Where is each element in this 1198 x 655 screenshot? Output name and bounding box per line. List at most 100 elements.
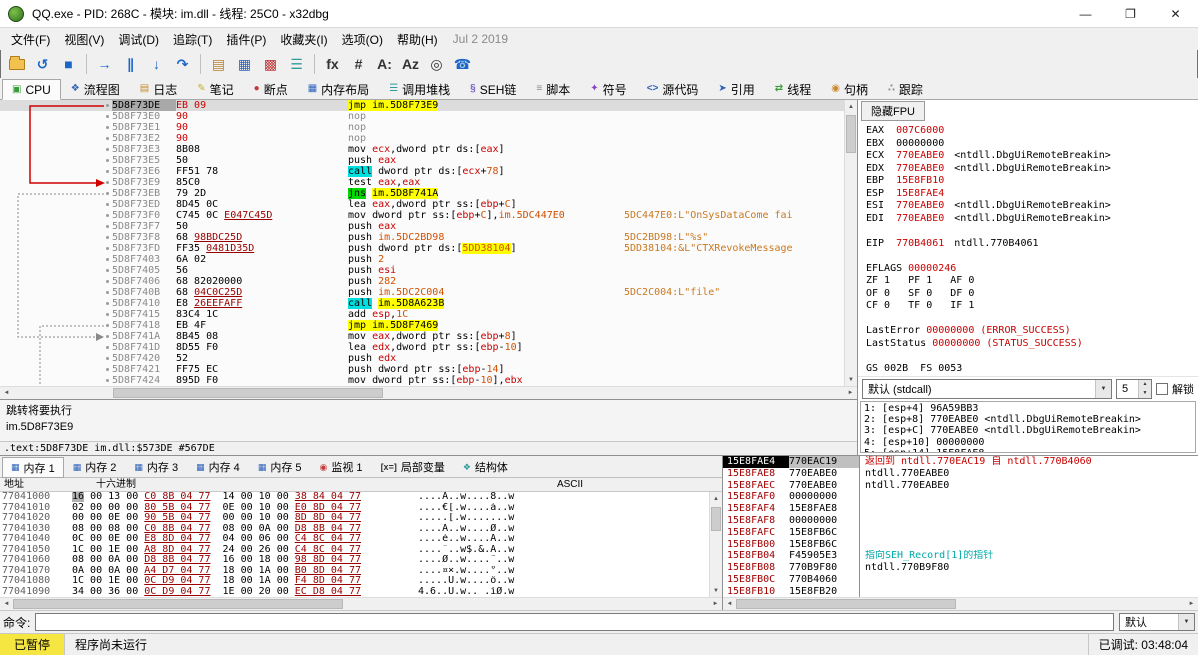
breakpoint-gutter[interactable] [0, 199, 112, 210]
tab-memory-map[interactable]: ▦内存布局 [298, 78, 379, 99]
breakpoint-gutter[interactable] [0, 122, 112, 133]
memory-map-button[interactable]: ▦ [232, 52, 257, 76]
tab-breakpoints[interactable]: ●断点 [244, 78, 298, 99]
breakpoint-gutter[interactable] [0, 221, 112, 232]
stack-row[interactable]: 15E8FB1015E8FB20 [723, 586, 1198, 597]
breakpoint-gutter[interactable] [0, 177, 112, 188]
tab-cpu[interactable]: ▣CPU [2, 79, 61, 100]
scroll-left-arrow[interactable]: ◄ [723, 598, 736, 610]
register-row[interactable] [866, 313, 1198, 326]
stack-row[interactable]: 15E8FB04F45905E3指向SEH_Record[1]的指针 [723, 550, 1198, 562]
stack-view[interactable]: 15E8FAE4770EAC19返回到 ntdll.770EAC19 自 ntd… [723, 456, 1198, 597]
disasm-row[interactable]: 5D8F73F868 98BDC25Dpush im.5DC2BD985DC2B… [0, 232, 844, 243]
disasm-row[interactable]: 5D8F73E090nop [0, 111, 844, 122]
disasm-row[interactable]: 5D8F741A8B45 08mov eax,dword ptr ss:[ebp… [0, 331, 844, 342]
dump-row[interactable]: 7704109034 00 36 00 0C D9 04 77 1E 00 20… [0, 587, 709, 598]
breakpoint-gutter[interactable] [0, 375, 112, 386]
disassembly-vertical-scrollbar[interactable]: ▲ ▼ [844, 100, 857, 386]
unlock-checkbox[interactable] [1156, 383, 1168, 395]
tab-handles[interactable]: ◉句柄 [821, 78, 878, 99]
disasm-row[interactable]: 5D8F73DEEB 09jmp im.5D8F73E9 [0, 100, 844, 111]
disasm-row[interactable]: 5D8F74036A 02push 2 [0, 254, 844, 265]
menu-item[interactable]: 插件(P) [219, 29, 273, 50]
register-row[interactable]: LastError00000000(ERROR_SUCCESS) [866, 325, 1198, 338]
stack-row[interactable]: 15E8FB08770B9F80ntdll.770B9F80 [723, 562, 1198, 574]
breakpoint-gutter[interactable] [0, 155, 112, 166]
register-row[interactable]: EIP770B4061ntdll.770B4061 [866, 238, 1198, 251]
stack-row[interactable]: 15E8FAEC770EABE0ntdll.770EABE0 [723, 480, 1198, 492]
breakpoint-gutter[interactable] [0, 210, 112, 221]
dump-tab-memory-1[interactable]: ▦内存 1 [2, 457, 64, 478]
disasm-row[interactable]: 5D8F742052push edx [0, 353, 844, 364]
close-button[interactable]: ✕ [1153, 0, 1198, 27]
breakpoint-gutter[interactable] [0, 320, 112, 331]
tab-seh[interactable]: §SEH链 [460, 78, 526, 99]
dump-tab-locals[interactable]: [x=]局部变量 [372, 456, 454, 477]
disassembly-horizontal-scrollbar[interactable]: ◄ ► [0, 386, 857, 399]
stop-button[interactable]: ■ [56, 52, 81, 76]
disasm-row[interactable]: 5D8F73ED8D45 0Clea eax,dword ptr ss:[ebp… [0, 199, 844, 210]
breakpoint-gutter[interactable] [0, 353, 112, 364]
tab-script[interactable]: ≡脚本 [526, 78, 580, 99]
phone-button[interactable]: ☎ [450, 52, 475, 76]
run-button[interactable]: → [92, 52, 117, 76]
memory-dump-view[interactable]: 7704100016 00 13 00 C0 8B 04 77 14 00 10… [0, 492, 709, 597]
disasm-row[interactable]: 5D8F73E550push eax [0, 155, 844, 166]
calling-convention-select[interactable]: 默认 (stdcall) ▼ [862, 379, 1112, 399]
register-row[interactable]: LastStatus00000000(STATUS_SUCCESS) [866, 338, 1198, 351]
menu-item[interactable]: 追踪(T) [166, 29, 219, 50]
arg-row[interactable]: 4: [esp+10] 00000000 [864, 437, 1192, 448]
breakpoint-gutter[interactable] [0, 111, 112, 122]
register-row[interactable]: ECX770EABE0<ntdll.DbgUiRemoteBreakin> [866, 150, 1198, 163]
flags-row[interactable]: OF 0 SF 0 DF 0 [866, 288, 1198, 301]
breakpoint-gutter[interactable] [0, 232, 112, 243]
disasm-row[interactable]: 5D8F73F750push eax [0, 221, 844, 232]
breakpoint-gutter[interactable] [0, 276, 112, 287]
assemble-button[interactable]: A: [372, 52, 397, 76]
pause-button[interactable]: ∥ [118, 52, 143, 76]
disasm-row[interactable]: 5D8F741583C4 1Cadd esp,1C [0, 309, 844, 320]
disasm-row[interactable]: 5D8F73E985C0test eax,eax [0, 177, 844, 188]
find-button[interactable]: ◎ [424, 52, 449, 76]
restart-button[interactable]: ↺ [30, 52, 55, 76]
open-file-button[interactable] [4, 52, 29, 76]
menu-item[interactable]: 视图(V) [57, 29, 111, 50]
register-row[interactable] [866, 225, 1198, 238]
disassembly-view[interactable]: 5D8F73DEEB 09jmp im.5D8F73E95D8F73E090no… [0, 100, 844, 386]
dump-tab-memory-3[interactable]: ▦内存 3 [125, 456, 187, 477]
tab-log[interactable]: ▤日志 [130, 78, 187, 99]
dump-vertical-scrollbar[interactable]: ▲ ▼ [709, 492, 722, 597]
stack-row[interactable]: 15E8FAFC15E8FB6C [723, 527, 1198, 539]
arg-row[interactable]: 3: [esp+C] 770EABE0 <ntdll.DbgUiRemoteBr… [864, 425, 1192, 436]
breakpoint-gutter[interactable] [0, 166, 112, 177]
scroll-right-arrow[interactable]: ► [1185, 598, 1198, 610]
command-profile-select[interactable]: 默认 ▼ [1119, 613, 1195, 631]
breakpoint-gutter[interactable] [0, 342, 112, 353]
stack-row[interactable]: 15E8FAF000000000 [723, 491, 1198, 503]
tab-references[interactable]: ➤引用 [708, 78, 764, 99]
flags-row[interactable]: GS 002B FS 0053 [866, 363, 1198, 376]
scroll-left-arrow[interactable]: ◄ [0, 387, 13, 399]
scroll-right-arrow[interactable]: ► [844, 387, 857, 399]
dump-horizontal-scrollbar[interactable]: ◄ ► [0, 597, 722, 610]
register-row[interactable]: EBX00000000 [866, 138, 1198, 151]
tab-trace[interactable]: ∴跟踪 [878, 78, 933, 99]
breakpoint-gutter[interactable] [0, 331, 112, 342]
dump-tab-watch-1[interactable]: ◉监视 1 [311, 456, 372, 477]
disasm-row[interactable]: 5D8F73E38B08mov ecx,dword ptr ds:[eax] [0, 144, 844, 155]
menu-item[interactable]: 调试(D) [111, 29, 166, 50]
breakpoint-gutter[interactable] [0, 188, 112, 199]
tab-symbols[interactable]: ✦符号 [580, 78, 636, 99]
disasm-row[interactable]: 5D8F7424895D F0mov dword ptr ss:[ebp-10]… [0, 375, 844, 386]
stack-row[interactable]: 15E8FAE4770EAC19返回到 ntdll.770EAC19 自 ntd… [723, 456, 1198, 468]
dump-tab-memory-2[interactable]: ▦内存 2 [64, 456, 126, 477]
tab-graph[interactable]: ❖流程图 [61, 78, 130, 99]
disasm-row[interactable]: 5D8F73E290nop [0, 133, 844, 144]
disasm-row[interactable]: 5D8F740B68 04C0C25Dpush im.5DC2C0045DC2C… [0, 287, 844, 298]
stepper-up-icon[interactable]: ▲ [1139, 380, 1151, 389]
register-row[interactable]: ESP15E8FAE4 [866, 188, 1198, 201]
calculator-button[interactable]: fx [320, 52, 345, 76]
breakpoint-gutter[interactable] [0, 265, 112, 276]
menu-item[interactable]: 收藏夹(I) [273, 29, 334, 50]
chevron-down-icon[interactable]: ▼ [1178, 614, 1194, 630]
